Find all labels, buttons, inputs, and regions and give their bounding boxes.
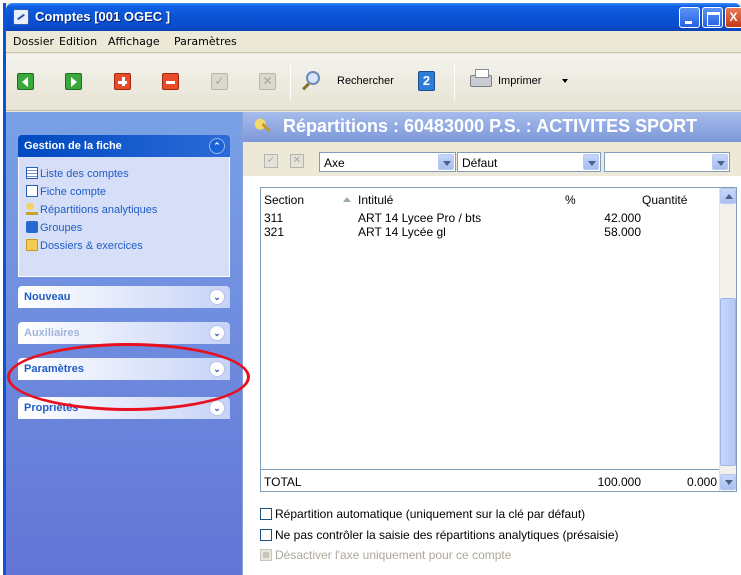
checkbox xyxy=(260,549,272,561)
menu-affichage[interactable]: Affichage xyxy=(108,35,160,48)
window: Comptes [001 OGEC ] X Dossier Edition Af… xyxy=(3,3,741,575)
table-header: Section Intitulé % Quantité xyxy=(261,188,720,210)
cell-section: 311 xyxy=(264,211,284,225)
column-header-intitule[interactable]: Intitulé xyxy=(358,193,393,207)
cle-select[interactable]: Défaut xyxy=(457,152,601,172)
key-icon xyxy=(26,203,38,215)
chevron-down-icon[interactable]: ⌄ xyxy=(209,325,225,341)
scroll-down-icon[interactable] xyxy=(720,474,736,490)
group-header-auxiliaires[interactable]: Auxiliaires ⌄ xyxy=(18,322,230,344)
window-title: Comptes [001 OGEC ] xyxy=(35,9,171,24)
group-title-auxiliaires: Auxiliaires xyxy=(24,327,80,339)
highlight-ellipse xyxy=(7,343,250,411)
minimize-button[interactable] xyxy=(679,7,700,28)
chevron-up-icon[interactable]: ⌃ xyxy=(209,138,225,154)
folder-icon xyxy=(26,239,38,251)
checkbox[interactable] xyxy=(260,508,272,520)
filter-row: ✓ ✕ Axe Défaut xyxy=(243,142,741,176)
content-panel: Répartitions : 60483000 P.S. : ACTIVITES… xyxy=(242,112,741,575)
link-fiche-compte[interactable]: Fiche compte xyxy=(26,185,106,199)
link-label: Répartitions analytiques xyxy=(40,204,158,216)
toolbar-separator xyxy=(290,64,291,100)
chevron-down-icon[interactable] xyxy=(712,154,728,170)
total-divider xyxy=(261,469,720,470)
page-title: Répartitions : 60483000 P.S. : ACTIVITES… xyxy=(283,116,698,136)
link-liste-comptes[interactable]: Liste des comptes xyxy=(26,167,129,181)
print-label: Imprimer xyxy=(498,75,542,87)
scroll-thumb[interactable] xyxy=(720,298,736,466)
column-header-quantite[interactable]: Quantité xyxy=(642,193,687,207)
table-row[interactable]: 321 ART 14 Lycée gl 58.000 xyxy=(261,225,720,239)
validate-button[interactable]: ✓ xyxy=(211,73,228,90)
link-groupes[interactable]: Groupes xyxy=(26,221,82,235)
link-label: Liste des comptes xyxy=(40,168,129,180)
app-icon xyxy=(13,9,29,25)
column-header-section[interactable]: Section xyxy=(264,193,304,207)
maximize-button[interactable] xyxy=(702,7,723,28)
key-icon xyxy=(253,117,271,135)
refresh-icon[interactable]: 2 xyxy=(418,71,435,91)
chevron-down-icon[interactable] xyxy=(583,154,599,170)
third-select[interactable] xyxy=(604,152,730,172)
list-icon xyxy=(26,167,38,179)
column-header-pct[interactable]: % xyxy=(565,193,576,207)
chevron-down-icon[interactable]: ⌄ xyxy=(209,400,225,416)
total-row: TOTAL 100.000 0.000 xyxy=(261,475,720,489)
total-label: TOTAL xyxy=(264,475,302,489)
option-label: Répartition automatique (uniquement sur … xyxy=(275,507,586,521)
cancel-button[interactable]: ✕ xyxy=(259,73,276,90)
menu-bar: Dossier Edition Affichage Paramètres xyxy=(6,31,741,53)
cell-intitule: ART 14 Lycee Pro / bts xyxy=(358,211,482,225)
link-dossiers-exercices[interactable]: Dossiers & exercices xyxy=(26,239,143,253)
search-icon xyxy=(306,71,320,85)
cell-section: 321 xyxy=(264,225,285,239)
toolbar-separator xyxy=(454,64,455,100)
scroll-up-icon[interactable] xyxy=(720,188,736,204)
group-title-nouveau: Nouveau xyxy=(24,291,71,303)
cell-pct: 42.000 xyxy=(604,211,641,225)
card-icon xyxy=(26,185,38,197)
content-header: Répartitions : 60483000 P.S. : ACTIVITES… xyxy=(243,112,741,142)
link-repartitions-analytiques[interactable]: Répartitions analytiques xyxy=(26,203,157,217)
link-label: Fiche compte xyxy=(40,186,107,198)
previous-record-button[interactable] xyxy=(17,73,34,90)
toolbar: ✓ ✕ Rechercher 2 Imprimer xyxy=(6,54,741,111)
group-header-nouveau[interactable]: Nouveau ⌄ xyxy=(18,286,230,308)
vertical-scrollbar[interactable] xyxy=(719,188,736,491)
total-quantite: 0.000 xyxy=(686,475,717,489)
checkbox[interactable] xyxy=(260,529,272,541)
close-button[interactable]: X xyxy=(725,7,741,28)
group-title-gestion: Gestion de la fiche xyxy=(24,140,122,152)
group-body-gestion: Liste des comptes Fiche compte Répartiti… xyxy=(18,157,230,277)
group-icon xyxy=(26,221,38,233)
next-record-button[interactable] xyxy=(65,73,82,90)
search-label: Rechercher xyxy=(337,75,394,87)
link-label: Dossiers & exercices xyxy=(40,240,143,252)
chevron-down-icon[interactable] xyxy=(438,154,454,170)
filter-validate-button[interactable]: ✓ xyxy=(264,154,278,168)
repartition-table[interactable]: Section Intitulé % Quantité 311 ART 14 L… xyxy=(260,187,737,492)
add-button[interactable] xyxy=(114,73,131,90)
axe-select[interactable]: Axe xyxy=(319,152,456,172)
chevron-down-icon[interactable]: ⌄ xyxy=(209,289,225,305)
menu-parametres[interactable]: Paramètres xyxy=(174,35,237,48)
total-pct: 100.000 xyxy=(597,475,641,489)
title-bar[interactable]: Comptes [001 OGEC ] X xyxy=(6,3,741,31)
cle-select-value: Défaut xyxy=(462,156,498,170)
cell-intitule: ART 14 Lycée gl xyxy=(358,225,446,239)
table-row[interactable]: 311 ART 14 Lycee Pro / bts 42.000 xyxy=(261,211,720,225)
sort-ascending-icon xyxy=(343,197,351,202)
menu-edition[interactable]: Edition xyxy=(59,35,97,48)
cell-pct: 58.000 xyxy=(604,225,641,239)
print-dropdown-arrow-icon[interactable] xyxy=(562,79,568,83)
delete-button[interactable] xyxy=(162,73,179,90)
option-label: Ne pas contrôler la saisie des répartiti… xyxy=(275,528,619,542)
group-header-gestion[interactable]: Gestion de la fiche ⌃ xyxy=(18,135,230,157)
axe-select-value: Axe xyxy=(324,156,345,170)
option-label: Désactiver l'axe uniquement pour ce comp… xyxy=(275,548,512,562)
printer-icon xyxy=(470,69,492,87)
link-label: Groupes xyxy=(40,222,83,234)
menu-dossier[interactable]: Dossier xyxy=(13,35,54,48)
filter-cancel-button[interactable]: ✕ xyxy=(290,154,304,168)
